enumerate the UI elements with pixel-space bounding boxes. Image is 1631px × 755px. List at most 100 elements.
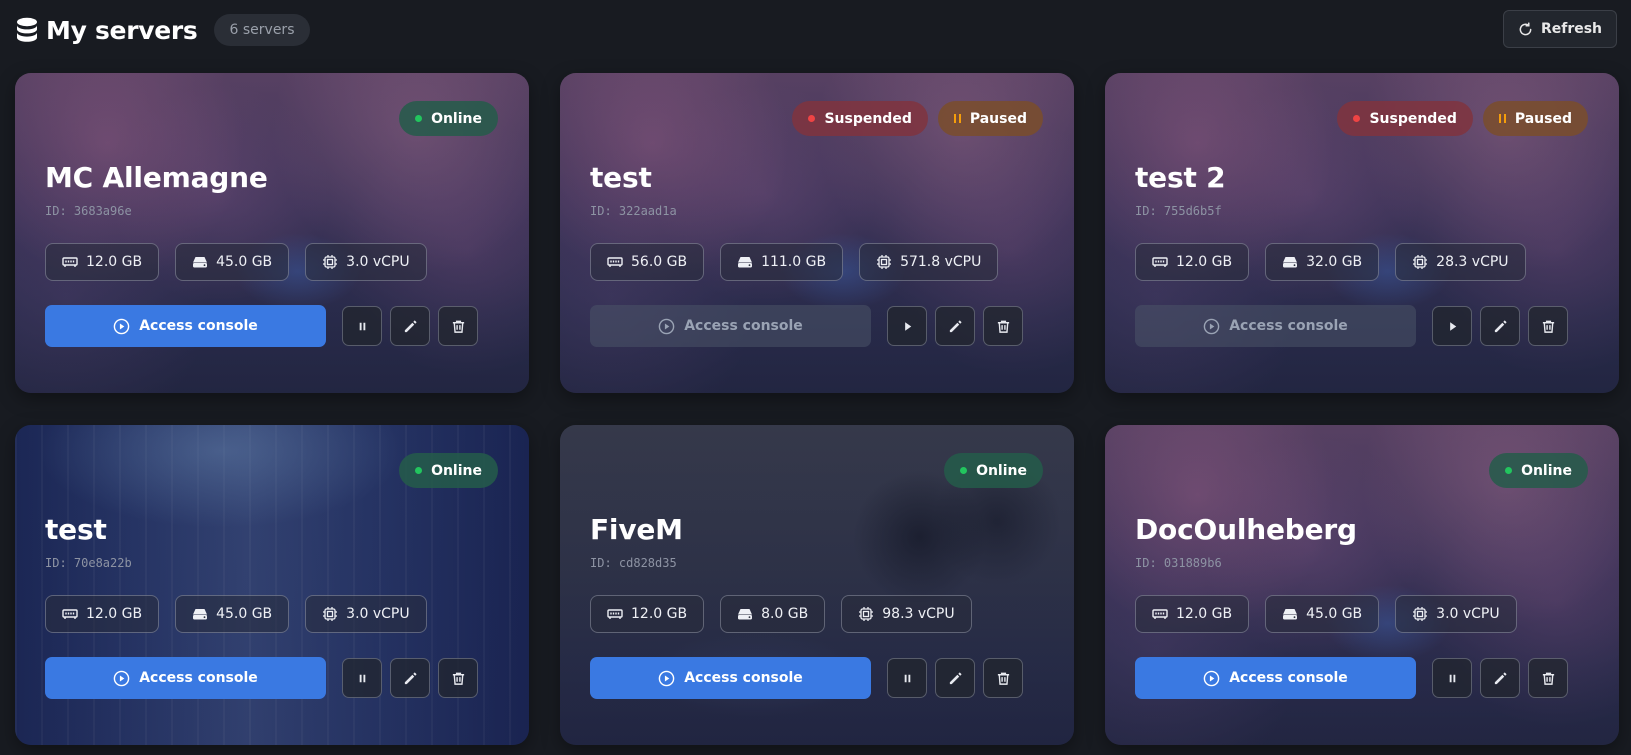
disk-spec: 8.0 GB bbox=[720, 595, 826, 633]
server-actions: Access console bbox=[1135, 305, 1568, 347]
play-icon bbox=[904, 321, 911, 331]
pencil-icon bbox=[949, 671, 962, 684]
status-badges: Online bbox=[399, 453, 498, 488]
delete-button[interactable] bbox=[438, 658, 478, 698]
disk-value: 8.0 GB bbox=[761, 606, 809, 622]
disk-value: 45.0 GB bbox=[1306, 606, 1363, 622]
server-name: FiveM bbox=[590, 513, 683, 546]
server-specs: 12.0 GB 45.0 GB 3.0 vCPU bbox=[45, 595, 427, 633]
status-badge-suspended: Suspended bbox=[1337, 101, 1473, 136]
trash-icon bbox=[1542, 672, 1554, 685]
status-dot-icon bbox=[415, 467, 423, 474]
play-circle-icon bbox=[113, 318, 130, 334]
edit-button[interactable] bbox=[935, 306, 975, 346]
server-id: ID: 322aad1a bbox=[590, 204, 677, 218]
access-console-button[interactable]: Access console bbox=[1135, 305, 1416, 347]
cpu-value: 3.0 vCPU bbox=[346, 254, 410, 270]
pause-button[interactable] bbox=[342, 306, 382, 346]
delete-button[interactable] bbox=[983, 658, 1023, 698]
access-console-button[interactable]: Access console bbox=[45, 657, 326, 699]
delete-button[interactable] bbox=[983, 306, 1023, 346]
server-id: ID: 3683a96e bbox=[45, 204, 132, 218]
pause-button[interactable] bbox=[342, 658, 382, 698]
edit-button[interactable] bbox=[390, 306, 430, 346]
server-card: Suspended Paused test 2 ID: 755d6b5f 12.0… bbox=[1105, 73, 1619, 393]
refresh-icon bbox=[1519, 21, 1532, 35]
memory-icon bbox=[62, 257, 78, 267]
pause-button[interactable] bbox=[1432, 658, 1472, 698]
refresh-button[interactable]: Refresh bbox=[1503, 10, 1617, 48]
delete-button[interactable] bbox=[1528, 306, 1568, 346]
status-badge-paused: Paused bbox=[937, 101, 1043, 136]
server-name: test 2 bbox=[1135, 161, 1226, 194]
play-icon bbox=[1449, 321, 1456, 331]
disk-value: 45.0 GB bbox=[216, 254, 273, 270]
cpu-icon bbox=[877, 255, 892, 269]
start-button[interactable] bbox=[1432, 306, 1472, 346]
ram-spec: 12.0 GB bbox=[45, 595, 160, 633]
play-circle-icon bbox=[658, 318, 675, 334]
server-card: Online MC Allemagne ID: 3683a96e 12.0 GB bbox=[15, 73, 529, 393]
server-card: Online FiveM ID: cd828d35 12.0 GB 8.0 GB… bbox=[560, 425, 1074, 745]
status-badge-online: Online bbox=[1489, 453, 1588, 488]
access-console-button[interactable]: Access console bbox=[590, 657, 871, 699]
status-badge-paused: Paused bbox=[1482, 101, 1588, 136]
server-name: test bbox=[45, 513, 107, 546]
server-actions: Access console bbox=[45, 305, 478, 347]
pause-icon bbox=[1498, 114, 1506, 123]
edit-button[interactable] bbox=[935, 658, 975, 698]
page-title: My servers bbox=[46, 15, 198, 45]
disk-value: 111.0 GB bbox=[761, 254, 827, 270]
delete-button[interactable] bbox=[1528, 658, 1568, 698]
ram-value: 12.0 GB bbox=[86, 254, 143, 270]
access-console-label: Access console bbox=[139, 318, 258, 334]
memory-icon bbox=[62, 609, 78, 619]
server-name: DocOulheberg bbox=[1135, 513, 1357, 546]
trash-icon bbox=[452, 320, 464, 333]
edit-button[interactable] bbox=[390, 658, 430, 698]
server-specs: 12.0 GB 32.0 GB 28.3 vCPU bbox=[1135, 243, 1526, 281]
ram-spec: 12.0 GB bbox=[1135, 243, 1250, 281]
cpu-value: 3.0 vCPU bbox=[346, 606, 410, 622]
access-console-button[interactable]: Access console bbox=[45, 305, 326, 347]
cpu-spec: 98.3 vCPU bbox=[841, 595, 972, 633]
status-dot-icon bbox=[808, 115, 816, 122]
status-badge-label: Online bbox=[431, 462, 482, 479]
status-badge-label: Suspended bbox=[1369, 110, 1457, 127]
cpu-value: 98.3 vCPU bbox=[882, 606, 955, 622]
server-actions: Access console bbox=[590, 305, 1023, 347]
pause-icon bbox=[359, 322, 365, 330]
access-console-button[interactable]: Access console bbox=[590, 305, 871, 347]
status-badge-label: Online bbox=[976, 462, 1027, 479]
status-badge-online: Online bbox=[399, 101, 498, 136]
delete-button[interactable] bbox=[438, 306, 478, 346]
server-card: Online DocOulheberg ID: 031889b6 12.0 GB bbox=[1105, 425, 1619, 745]
status-badge-suspended: Suspended bbox=[792, 101, 928, 136]
pencil-icon bbox=[1494, 671, 1507, 684]
cpu-spec: 28.3 vCPU bbox=[1395, 243, 1526, 281]
status-badge-online: Online bbox=[399, 453, 498, 488]
access-console-label: Access console bbox=[1229, 670, 1348, 686]
trash-icon bbox=[997, 672, 1009, 685]
pause-icon bbox=[953, 114, 961, 123]
disk-spec: 45.0 GB bbox=[175, 243, 290, 281]
server-id: ID: 031889b6 bbox=[1135, 556, 1222, 570]
hard-drive-icon bbox=[738, 609, 753, 620]
edit-button[interactable] bbox=[1480, 658, 1520, 698]
database-icon bbox=[17, 17, 37, 42]
memory-icon bbox=[1152, 609, 1168, 619]
edit-button[interactable] bbox=[1480, 306, 1520, 346]
ram-spec: 12.0 GB bbox=[45, 243, 160, 281]
pause-button[interactable] bbox=[887, 658, 927, 698]
trash-icon bbox=[1542, 320, 1554, 333]
memory-icon bbox=[607, 609, 623, 619]
start-button[interactable] bbox=[887, 306, 927, 346]
access-console-button[interactable]: Access console bbox=[1135, 657, 1416, 699]
access-console-label: Access console bbox=[139, 670, 258, 686]
server-id: ID: 755d6b5f bbox=[1135, 204, 1222, 218]
ram-value: 12.0 GB bbox=[86, 606, 143, 622]
cpu-icon bbox=[859, 607, 874, 621]
cpu-icon bbox=[323, 255, 338, 269]
page-header: My servers 6 servers Refresh bbox=[16, 10, 1617, 50]
ram-spec: 56.0 GB bbox=[590, 243, 705, 281]
